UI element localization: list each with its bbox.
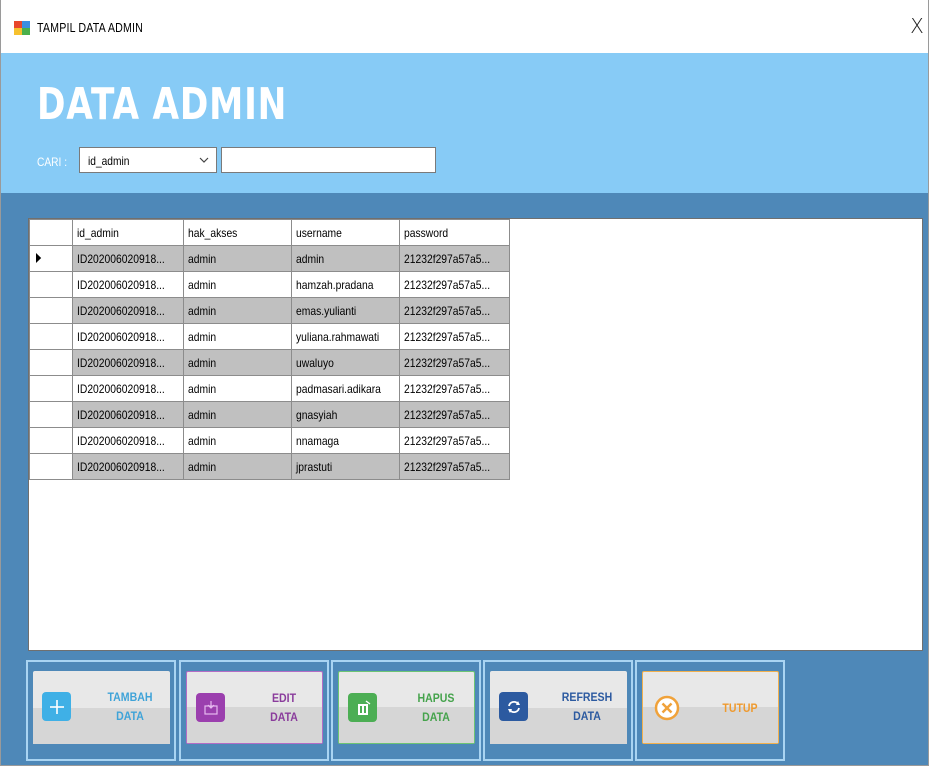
search-field-value: id_admin	[88, 154, 130, 168]
close-circle-icon	[652, 693, 681, 722]
row-header[interactable]	[29, 349, 73, 376]
cell-username[interactable]: admin	[291, 245, 401, 272]
cell-hak-akses[interactable]: admin	[183, 297, 293, 324]
cell-id-admin[interactable]: ID202006020918...	[71, 349, 185, 376]
table-row[interactable]: ID202006020918... admin emas.yulianti 21232…	[29, 297, 511, 324]
separator-band	[1, 193, 928, 218]
cell-username[interactable]: hamzah.pradana	[291, 271, 401, 298]
search-input[interactable]	[221, 147, 436, 173]
tutup-button[interactable]: TUTUP	[642, 671, 779, 744]
hapus-label: HAPUS DATA	[417, 691, 455, 724]
plus-icon	[42, 692, 71, 721]
window-title: TAMPIL DATA ADMIN	[37, 20, 144, 35]
corner-header[interactable]	[29, 219, 73, 246]
cell-username[interactable]: nnamaga	[291, 427, 401, 454]
header-panel: DATA ADMIN CARI : id_admin	[1, 53, 928, 193]
button-bar: TAMBAH DATA EDIT DATA HAPUS DATA REFRESH…	[1, 651, 928, 765]
cell-password[interactable]: 21232f297a57a5...	[399, 323, 511, 350]
cell-password[interactable]: 21232f297a57a5...	[399, 453, 511, 480]
trash-icon	[348, 693, 377, 722]
refresh-icon	[499, 692, 528, 721]
table-row[interactable]: ID202006020918... admin jprastuti 21232f297…	[29, 453, 511, 480]
cell-hak-akses[interactable]: admin	[183, 349, 293, 376]
cell-password[interactable]: 21232f297a57a5...	[399, 427, 511, 454]
table-row[interactable]: ID202006020918... admin admin 21232f297a57a…	[29, 245, 511, 272]
tutup-label: TUTUP	[722, 701, 758, 715]
cell-id-admin[interactable]: ID202006020918...	[71, 323, 185, 350]
tambah-data-button[interactable]: TAMBAH DATA	[33, 671, 170, 744]
row-header[interactable]	[29, 401, 73, 428]
column-header-hak-akses[interactable]: hak_akses	[183, 219, 293, 246]
cell-hak-akses[interactable]: admin	[183, 323, 293, 350]
tambah-frame: TAMBAH DATA	[26, 660, 176, 761]
cell-id-admin[interactable]: ID202006020918...	[71, 453, 185, 480]
hapus-data-button[interactable]: HAPUS DATA	[338, 671, 475, 744]
table-row[interactable]: ID202006020918... admin padmasari.adikara 2…	[29, 375, 511, 402]
cell-username[interactable]: uwaluyo	[291, 349, 401, 376]
hapus-frame: HAPUS DATA	[331, 660, 481, 761]
cell-password[interactable]: 21232f297a57a5...	[399, 245, 511, 272]
cell-hak-akses[interactable]: admin	[183, 271, 293, 298]
header-row: id_admin hak_akses username password	[29, 219, 511, 246]
edit-label: EDIT DATA	[270, 691, 298, 724]
tambah-label: TAMBAH DATA	[107, 690, 153, 723]
cell-id-admin[interactable]: ID202006020918...	[71, 375, 185, 402]
cell-username[interactable]: padmasari.adikara	[291, 375, 401, 402]
close-window-button[interactable]: X	[907, 14, 927, 38]
refresh-frame: REFRESH DATA	[483, 660, 633, 761]
edit-icon	[196, 693, 225, 722]
cell-id-admin[interactable]: ID202006020918...	[71, 427, 185, 454]
cell-hak-akses[interactable]: admin	[183, 245, 293, 272]
column-header-password[interactable]: password	[399, 219, 511, 246]
page-title: DATA ADMIN	[37, 79, 288, 130]
cell-id-admin[interactable]: ID202006020918...	[71, 271, 185, 298]
cell-id-admin[interactable]: ID202006020918...	[71, 401, 185, 428]
edit-frame: EDIT DATA	[179, 660, 329, 761]
cell-password[interactable]: 21232f297a57a5...	[399, 297, 511, 324]
cell-password[interactable]: 21232f297a57a5...	[399, 349, 511, 376]
row-header[interactable]	[29, 245, 73, 272]
cell-hak-akses[interactable]: admin	[183, 375, 293, 402]
cell-hak-akses[interactable]: admin	[183, 401, 293, 428]
refresh-label: REFRESH DATA	[561, 690, 613, 723]
row-header[interactable]	[29, 375, 73, 402]
cell-username[interactable]: emas.yulianti	[291, 297, 401, 324]
table-row[interactable]: ID202006020918... admin yuliana.rahmawati 2…	[29, 323, 511, 350]
cell-hak-akses[interactable]: admin	[183, 453, 293, 480]
admin-data-grid[interactable]: id_admin hak_akses username password ID2…	[28, 218, 923, 651]
cell-password[interactable]: 21232f297a57a5...	[399, 401, 511, 428]
column-header-username[interactable]: username	[291, 219, 401, 246]
cell-username[interactable]: yuliana.rahmawati	[291, 323, 401, 350]
left-frame	[1, 218, 28, 651]
cell-username[interactable]: jprastuti	[291, 453, 401, 480]
row-header[interactable]	[29, 323, 73, 350]
table-row[interactable]: ID202006020918... admin gnasyiah 21232f297a…	[29, 401, 511, 428]
search-label: CARI :	[37, 155, 68, 169]
right-frame	[923, 218, 928, 651]
refresh-data-button[interactable]: REFRESH DATA	[490, 671, 627, 744]
edit-data-button[interactable]: EDIT DATA	[186, 671, 323, 744]
data-table: id_admin hak_akses username password ID2…	[29, 219, 511, 480]
cell-password[interactable]: 21232f297a57a5...	[399, 271, 511, 298]
tutup-frame: TUTUP	[635, 660, 785, 761]
row-header[interactable]	[29, 297, 73, 324]
table-row[interactable]: ID202006020918... admin uwaluyo 21232f297a5…	[29, 349, 511, 376]
title-bar: TAMPIL DATA ADMIN X	[1, 0, 928, 53]
row-header[interactable]	[29, 271, 73, 298]
column-header-id-admin[interactable]: id_admin	[71, 219, 185, 246]
table-row[interactable]: ID202006020918... admin hamzah.pradana 2123…	[29, 271, 511, 298]
row-header[interactable]	[29, 427, 73, 454]
app-icon	[14, 21, 30, 35]
cell-password[interactable]: 21232f297a57a5...	[399, 375, 511, 402]
chevron-down-icon	[199, 157, 209, 163]
table-row[interactable]: ID202006020918... admin nnamaga 21232f297a5…	[29, 427, 511, 454]
cell-username[interactable]: gnasyiah	[291, 401, 401, 428]
current-row-arrow-icon	[36, 252, 42, 263]
row-header[interactable]	[29, 453, 73, 480]
cell-id-admin[interactable]: ID202006020918...	[71, 297, 185, 324]
admin-window: TAMPIL DATA ADMIN X DATA ADMIN CARI : id…	[0, 0, 929, 766]
cell-hak-akses[interactable]: admin	[183, 427, 293, 454]
cell-id-admin[interactable]: ID202006020918...	[71, 245, 185, 272]
search-field-select[interactable]: id_admin	[79, 147, 217, 173]
